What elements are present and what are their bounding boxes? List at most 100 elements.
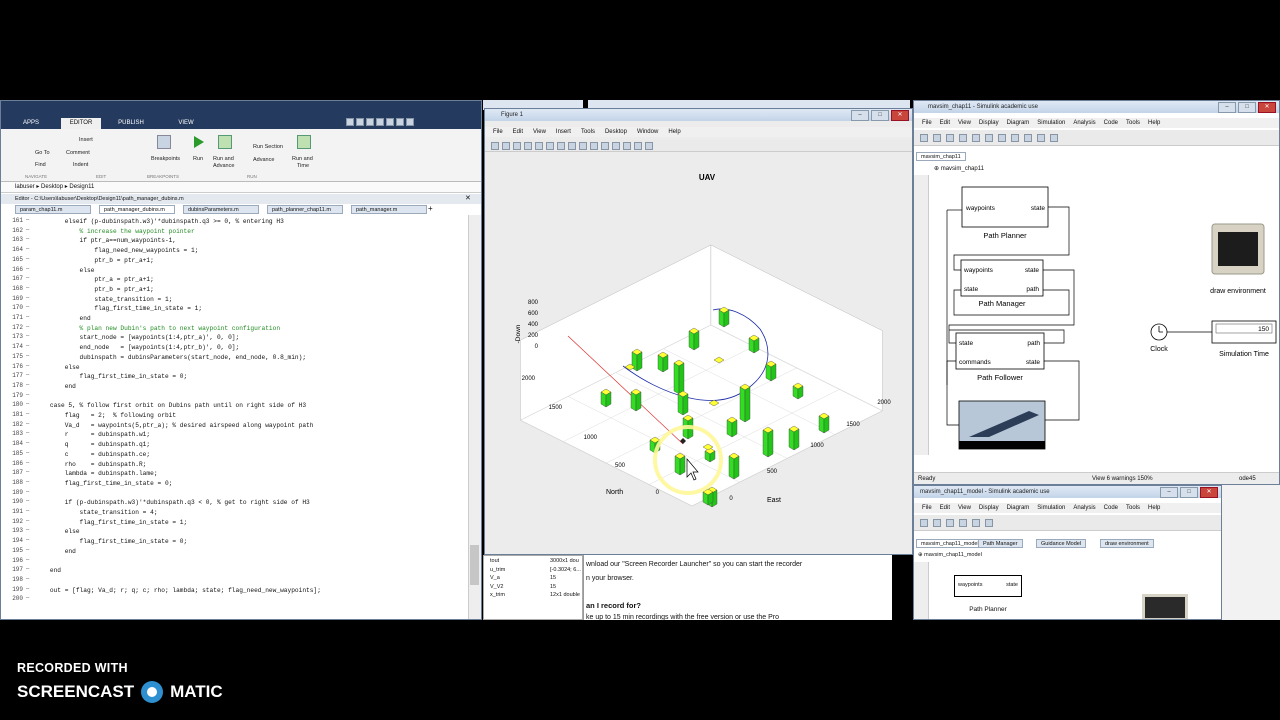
colorbar-icon[interactable] <box>623 141 631 150</box>
breakpoint-gutter-dash[interactable]: – <box>26 469 29 475</box>
menu-view[interactable]: View <box>533 127 546 137</box>
breakpoint-gutter-dash[interactable]: – <box>26 430 29 436</box>
editor-tab-path-planner-chap11-m[interactable]: path_planner_chap11.m <box>267 205 343 214</box>
breakpoint-gutter-dash[interactable]: – <box>26 295 29 301</box>
sl2-breadcrumb[interactable]: ⊕ mavsim_chap11_model <box>918 552 982 558</box>
breadcrumb-design11[interactable]: Design11 <box>69 184 94 190</box>
code-line[interactable]: end <box>35 566 61 576</box>
breakpoint-gutter-dash[interactable]: – <box>26 498 29 504</box>
breakpoint-gutter-dash[interactable]: – <box>26 343 29 349</box>
sl2-menu-display[interactable]: Display <box>979 503 999 513</box>
menu-file[interactable]: File <box>493 127 503 137</box>
code-area[interactable]: 161–162–163–164–165–166–167–168–169–170–… <box>1 215 467 619</box>
breakpoint-gutter-dash[interactable]: – <box>26 382 29 388</box>
sl2-tab-draw-environment[interactable]: draw environment <box>1100 539 1154 548</box>
workspace-row[interactable]: tout 3000x1 dou <box>484 558 582 566</box>
link-icon[interactable] <box>612 141 620 150</box>
menu-window[interactable]: Window <box>637 127 658 137</box>
breakpoint-gutter-dash[interactable]: – <box>26 314 29 320</box>
zoom-out-icon[interactable] <box>557 141 565 150</box>
breakpoint-gutter-dash[interactable]: – <box>26 392 29 398</box>
code-line[interactable]: flag_first_time_in_state = 1; <box>35 304 202 314</box>
code-line[interactable]: end <box>35 382 76 392</box>
minimize-button[interactable]: – <box>1218 102 1236 113</box>
ribbon-item-advance[interactable]: Advance <box>253 157 274 163</box>
uav-3d-plot[interactable]: UAV -Down North East 800 600 400 2000 2000 1500 10… <box>485 154 912 552</box>
data-cursor-icon[interactable] <box>590 141 598 150</box>
ribbon-item-advance[interactable]: Advance <box>213 163 234 169</box>
code-line[interactable]: ptr_b = ptr_a+1; <box>35 285 153 295</box>
code-line[interactable]: ptr_a = ptr_a+1; <box>35 275 153 285</box>
stop-icon[interactable] <box>1050 133 1058 142</box>
editor-scroll-thumb[interactable] <box>470 545 479 585</box>
code-line[interactable]: if (p-dubinspath.w3)'*dubinspath.q3 < 0,… <box>35 498 310 508</box>
redo-icon[interactable] <box>396 118 404 126</box>
back-icon[interactable] <box>933 518 941 527</box>
breakpoint-gutter-dash[interactable]: – <box>26 401 29 407</box>
sl-status-warnings[interactable]: View 6 warnings 150% <box>1092 473 1153 484</box>
maximize-button[interactable]: □ <box>1180 487 1198 498</box>
breakpoint-gutter-dash[interactable]: – <box>26 479 29 485</box>
sl-menu-diagram[interactable]: Diagram <box>1007 118 1030 128</box>
print-icon[interactable] <box>524 141 532 150</box>
sl-menu-file[interactable]: File <box>922 118 932 128</box>
save-icon[interactable] <box>959 518 967 527</box>
code-line[interactable]: ptr_b = ptr_a+1; <box>35 256 153 266</box>
breakpoint-gutter-dash[interactable]: – <box>26 527 29 533</box>
sl2-menu-edit[interactable]: Edit <box>940 503 950 513</box>
breakpoint-gutter-dash[interactable]: – <box>26 275 29 281</box>
ribbon-tab-apps[interactable]: APPS <box>1 118 61 129</box>
ribbon-item-insert[interactable]: Insert <box>79 137 93 143</box>
code-line[interactable]: case 5, % follow first orbit on Dubins p… <box>35 401 306 411</box>
sl-menu-code[interactable]: Code <box>1104 118 1118 128</box>
code-line[interactable]: flag_first_time_in_state = 1; <box>35 518 188 528</box>
code-line[interactable]: else <box>35 266 95 276</box>
sl-menu-help[interactable]: Help <box>1148 118 1160 128</box>
sl2-menu-file[interactable]: File <box>922 503 932 513</box>
ribbon-item-breakpoints[interactable]: Breakpoints <box>151 156 180 162</box>
settings-icon[interactable] <box>998 133 1006 142</box>
code-line[interactable]: flag_first_time_in_state = 0; <box>35 372 188 382</box>
breakpoint-gutter-dash[interactable]: – <box>26 557 29 563</box>
save-icon[interactable] <box>972 133 980 142</box>
sl-model-tab[interactable]: mavsim_chap11 <box>916 152 966 161</box>
code-line[interactable]: r = dubinspath.w1; <box>35 430 150 440</box>
menu-desktop[interactable]: Desktop <box>605 127 627 137</box>
code-line[interactable]: rho = dubinspath.R; <box>35 460 147 470</box>
new-model-icon[interactable] <box>920 518 928 527</box>
breakpoint-gutter-dash[interactable]: – <box>26 421 29 427</box>
breakpoint-gutter-dash[interactable]: – <box>26 440 29 446</box>
new-figure-icon[interactable] <box>491 141 499 150</box>
save-icon[interactable] <box>513 141 521 150</box>
editor-scrollbar[interactable] <box>468 215 481 619</box>
breakpoint-gutter-dash[interactable]: – <box>26 460 29 466</box>
ribbon-item-time[interactable]: Time <box>297 163 309 169</box>
minimize-button[interactable]: – <box>1160 487 1178 498</box>
workspace-row[interactable]: V_V2 15 <box>484 584 582 592</box>
workspace-row[interactable]: V_a 15 <box>484 575 582 583</box>
help-icon[interactable] <box>406 118 414 126</box>
maximize-button[interactable]: □ <box>1238 102 1256 113</box>
breadcrumb-desktop[interactable]: Desktop <box>41 184 63 190</box>
minimize-button[interactable]: – <box>851 110 869 121</box>
code-line[interactable]: state_transition = 4; <box>35 508 158 518</box>
sl-menu-edit[interactable]: Edit <box>940 118 950 128</box>
breadcrumb-labuser[interactable]: labuser <box>15 184 35 190</box>
undo-icon[interactable] <box>386 118 394 126</box>
menu-tools[interactable]: Tools <box>581 127 595 137</box>
breakpoint-gutter-dash[interactable]: – <box>26 489 29 495</box>
new-model-icon[interactable] <box>920 133 928 142</box>
ribbon-item-run[interactable]: Run <box>193 156 203 162</box>
menu-edit[interactable]: Edit <box>513 127 523 137</box>
forward-icon[interactable] <box>946 518 954 527</box>
run-icon[interactable] <box>1024 133 1032 142</box>
close-button[interactable]: ✕ <box>1258 102 1276 113</box>
code-line[interactable]: end <box>35 314 91 324</box>
ribbon-tab-view[interactable]: VIEW <box>161 118 211 129</box>
code-line[interactable]: else <box>35 363 80 373</box>
sl2-menu-help[interactable]: Help <box>1148 503 1160 513</box>
library-icon[interactable] <box>985 133 993 142</box>
run-icon[interactable] <box>972 518 980 527</box>
paste-icon[interactable] <box>376 118 384 126</box>
cut-icon[interactable] <box>356 118 364 126</box>
